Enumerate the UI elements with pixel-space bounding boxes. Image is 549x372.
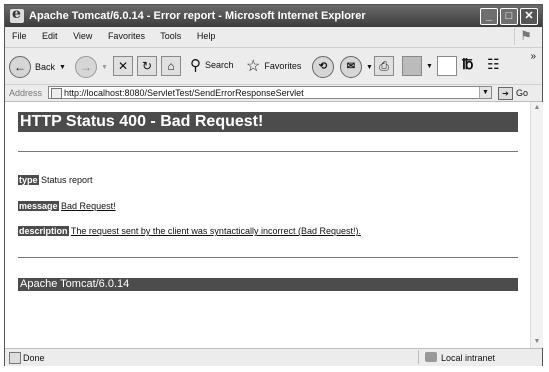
vertical-scrollbar[interactable]: ▲ ▼ xyxy=(530,102,543,348)
address-url[interactable]: http://localhost:8080/ServletTest/SendEr… xyxy=(64,88,304,98)
menu-help[interactable]: Help xyxy=(197,31,216,41)
mail-button[interactable]: ✉ ▼ xyxy=(340,56,373,78)
research-icon: ☷ xyxy=(487,56,500,72)
address-input[interactable]: http://localhost:8080/ServletTest/SendEr… xyxy=(48,86,492,99)
favorites-star-icon: ☆ xyxy=(246,58,261,75)
print-icon: ⎙ xyxy=(374,56,394,76)
address-bar: Address http://localhost:8080/ServletTes… xyxy=(5,85,542,102)
maximize-button[interactable]: □ xyxy=(500,8,518,25)
go-arrow-icon[interactable]: ➔ xyxy=(498,87,513,100)
search-button[interactable]: ⚲ Search xyxy=(190,56,234,74)
address-label: Address xyxy=(9,88,43,98)
search-label: Search xyxy=(205,60,234,70)
home-button[interactable]: ⌂ xyxy=(161,56,181,76)
toolbar-overflow-chevron-icon[interactable]: » xyxy=(530,51,536,62)
windows-logo-icon: ⚑ xyxy=(514,28,537,45)
minimize-button[interactable]: _ xyxy=(480,8,498,25)
standard-toolbar: ← Back ▼ → ▼ ✕ ↻ ⌂ ⚲ Search ☆ Favorites … xyxy=(5,48,542,85)
menu-favorites[interactable]: Favorites xyxy=(108,31,145,41)
research-button[interactable]: ☷ xyxy=(487,56,500,73)
stop-button[interactable]: ✕ xyxy=(113,56,133,76)
message-row: message Bad Request! xyxy=(18,201,116,211)
back-dropdown-icon[interactable]: ▼ xyxy=(59,64,66,71)
menu-tools[interactable]: Tools xyxy=(160,31,181,41)
scroll-up-icon[interactable]: ▲ xyxy=(532,103,542,113)
edit-button[interactable]: ▼ xyxy=(402,56,433,76)
type-value: Status report xyxy=(41,175,93,185)
menu-bar: File Edit View Favorites Tools Help ⚑ xyxy=(5,27,542,48)
menu-file[interactable]: File xyxy=(12,31,27,41)
description-label: description xyxy=(18,226,69,236)
forward-button[interactable]: → ▼ xyxy=(75,56,108,78)
zone-text: Local intranet xyxy=(441,353,496,363)
search-icon: ⚲ xyxy=(190,57,201,74)
status-text: Done xyxy=(23,353,45,363)
edit-dropdown-icon[interactable]: ▼ xyxy=(426,63,433,70)
scroll-down-icon[interactable]: ▼ xyxy=(532,337,542,347)
print-button[interactable]: ⎙ xyxy=(374,56,394,76)
mail-icon: ✉ xyxy=(340,56,362,78)
page-icon xyxy=(51,88,62,99)
menu-view[interactable]: View xyxy=(73,31,92,41)
page-content: HTTP Status 400 - Bad Request! type Stat… xyxy=(5,102,530,348)
title-bar[interactable]: Apache Tomcat/6.0.14 - Error report - Mi… xyxy=(5,5,542,27)
mail-dropdown-icon[interactable]: ▼ xyxy=(366,64,373,71)
server-footer: Apache Tomcat/6.0.14 xyxy=(18,278,518,291)
back-label: Back xyxy=(35,62,56,72)
type-label: type xyxy=(18,175,39,185)
description-row: description The request sent by the clie… xyxy=(18,226,361,236)
divider-bottom xyxy=(18,257,518,258)
message-label: message xyxy=(18,201,59,211)
close-button[interactable]: ✕ xyxy=(520,8,538,25)
back-button[interactable]: ← Back ▼ xyxy=(9,56,66,78)
page-heading: HTTP Status 400 - Bad Request! xyxy=(18,112,518,132)
favorites-button[interactable]: ☆ Favorites xyxy=(246,56,301,76)
stop-icon: ✕ xyxy=(113,56,133,76)
history-icon: ⟲ xyxy=(312,56,334,78)
discuss-button[interactable] xyxy=(437,56,457,76)
go-button[interactable]: Go xyxy=(516,88,528,98)
refresh-button[interactable]: ↻ xyxy=(137,56,157,76)
type-row: type Status report xyxy=(18,175,93,185)
edit-icon xyxy=(402,56,422,76)
refresh-icon: ↻ xyxy=(137,56,157,76)
done-page-icon xyxy=(9,352,21,364)
messenger-button[interactable]: ℔ xyxy=(462,56,473,73)
messenger-icon: ℔ xyxy=(462,56,474,72)
local-intranet-icon xyxy=(425,352,437,362)
discuss-icon xyxy=(437,56,457,76)
message-value: Bad Request! xyxy=(61,201,116,211)
ie-window: Apache Tomcat/6.0.14 - Error report - Mi… xyxy=(4,4,543,366)
divider-top xyxy=(18,151,518,152)
forward-icon: → xyxy=(75,56,97,78)
window-title: Apache Tomcat/6.0.14 - Error report - Mi… xyxy=(29,10,366,22)
status-bar: Done Local intranet xyxy=(5,348,542,366)
address-dropdown-icon[interactable]: ▼ xyxy=(479,87,491,98)
internet-explorer-icon xyxy=(10,6,24,23)
history-button[interactable]: ⟲ xyxy=(312,56,334,78)
menu-edit[interactable]: Edit xyxy=(42,31,58,41)
favorites-label: Favorites xyxy=(264,61,302,71)
description-value: The request sent by the client was synta… xyxy=(70,226,361,236)
security-zone: Local intranet xyxy=(418,350,539,364)
forward-dropdown-icon[interactable]: ▼ xyxy=(101,64,108,71)
back-icon: ← xyxy=(9,56,31,78)
home-icon: ⌂ xyxy=(161,56,181,76)
